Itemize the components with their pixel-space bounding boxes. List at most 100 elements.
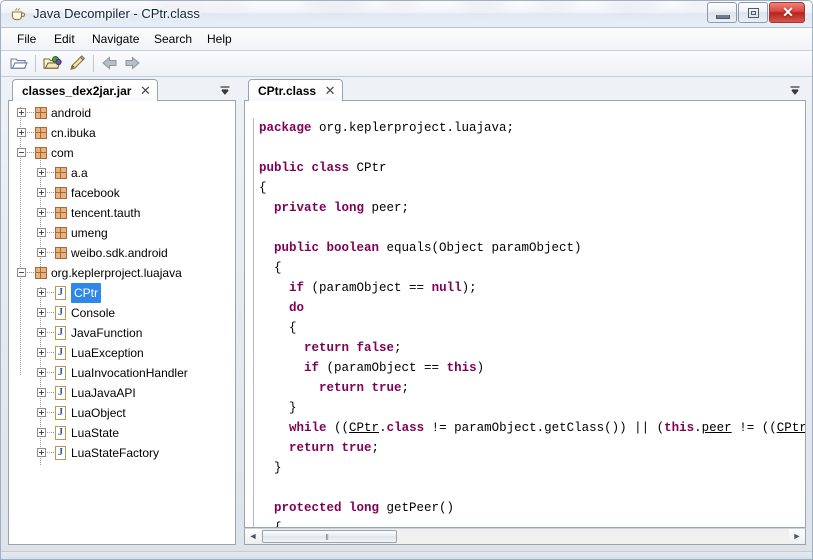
tree-item-label: a.a <box>71 163 88 183</box>
code-token <box>259 281 289 295</box>
tab-classes-dex2jar-jar[interactable]: classes_dex2jar.jar ✕ <box>12 79 158 101</box>
decompiled-source: package org.keplerproject.luajava; publi… <box>253 118 805 528</box>
tree-item-javafunction[interactable]: JJavaFunction <box>9 323 235 343</box>
scrollbar-grip: ‖ <box>326 534 334 541</box>
code-token: if <box>289 281 304 295</box>
expand-plus-icon[interactable] <box>37 348 46 357</box>
tree-item-umeng[interactable]: umeng <box>9 223 235 243</box>
tree-item-facebook[interactable]: facebook <box>9 183 235 203</box>
tab-close-icon[interactable]: ✕ <box>139 85 151 96</box>
expand-plus-icon[interactable] <box>37 208 46 217</box>
scroll-right-icon: ► <box>789 529 805 544</box>
expand-plus-icon[interactable] <box>37 428 46 437</box>
open-file-button[interactable] <box>9 54 31 74</box>
java-class-icon: J <box>55 386 66 400</box>
jar-tab-chevron-down-icon[interactable] <box>218 83 232 95</box>
code-viewer[interactable]: package org.keplerproject.luajava; publi… <box>244 101 806 528</box>
tree-item-cn-ibuka[interactable]: cn.ibuka <box>9 123 235 143</box>
expand-plus-icon[interactable] <box>17 128 26 137</box>
edit-button[interactable] <box>66 54 88 74</box>
expand-plus-icon[interactable] <box>37 408 46 417</box>
code-token: ) <box>477 361 485 375</box>
tree-item-com[interactable]: com <box>9 143 235 163</box>
code-token <box>259 301 289 315</box>
menu-item-search[interactable]: Search <box>148 31 198 48</box>
source-tab-chevron-down-icon[interactable] <box>788 83 802 95</box>
expand-plus-icon[interactable] <box>37 228 46 237</box>
scroll-right-button[interactable]: ► <box>789 529 805 544</box>
scrollbar-thumb[interactable]: ‖ <box>262 530 397 543</box>
scroll-left-button[interactable]: ◄ <box>245 529 261 544</box>
tree-item-console[interactable]: JConsole <box>9 303 235 323</box>
tree-item-luaobject[interactable]: JLuaObject <box>9 403 235 423</box>
package-explorer-pane: classes_dex2jar.jar ✕ androidcn.ibukacom… <box>8 77 236 545</box>
navigate-forward-button[interactable] <box>122 54 144 74</box>
expand-plus-icon[interactable] <box>37 248 46 257</box>
expand-plus-icon[interactable] <box>37 288 46 297</box>
expand-plus-icon[interactable] <box>37 448 46 457</box>
java-class-icon: J <box>55 366 66 380</box>
open-type-button[interactable] <box>42 54 64 74</box>
code-token: if <box>304 361 319 375</box>
tree-item-luainvocationhandler[interactable]: JLuaInvocationHandler <box>9 363 235 383</box>
code-token: private long <box>259 201 372 215</box>
tree-connector <box>47 252 54 254</box>
expand-plus-icon[interactable] <box>37 328 46 337</box>
tree-connector <box>47 352 54 354</box>
code-token: ; <box>372 441 380 455</box>
horizontal-scrollbar[interactable]: ◄ ‖ ► <box>244 528 806 545</box>
package-tree[interactable]: androidcn.ibukacoma.afacebooktencent.tau… <box>8 101 236 545</box>
code-token: peer; <box>372 201 410 215</box>
tree-item-a-a[interactable]: a.a <box>9 163 235 183</box>
close-button[interactable]: ✕ <box>769 2 805 23</box>
tab-close-icon[interactable]: ✕ <box>324 85 336 96</box>
java-class-icon: J <box>55 426 66 440</box>
tree-connector <box>47 212 54 214</box>
package-icon <box>55 207 67 219</box>
class-icon-letter: J <box>56 367 65 379</box>
maximize-button[interactable] <box>738 2 768 23</box>
code-token: this <box>447 361 477 375</box>
tree-item-label: LuaObject <box>71 403 126 423</box>
menu-item-file[interactable]: File <box>11 31 42 48</box>
tree-item-luastate[interactable]: JLuaState <box>9 423 235 443</box>
class-icon-letter: J <box>56 287 65 299</box>
tree-item-android[interactable]: android <box>9 103 235 123</box>
tree-connector <box>47 172 54 174</box>
tree-item-label: com <box>51 143 74 163</box>
expand-plus-icon[interactable] <box>17 108 26 117</box>
tree-connector <box>47 232 54 234</box>
code-scroll-region[interactable]: package org.keplerproject.luajava; publi… <box>245 101 805 527</box>
expand-plus-icon[interactable] <box>37 368 46 377</box>
tree-item-tencent-tauth[interactable]: tencent.tauth <box>9 203 235 223</box>
tab-cptr-class[interactable]: CPtr.class ✕ <box>248 79 343 101</box>
collapse-minus-icon[interactable] <box>17 268 26 277</box>
expand-plus-icon[interactable] <box>37 188 46 197</box>
tree-item-org-keplerproject-luajava[interactable]: org.keplerproject.luajava <box>9 263 235 283</box>
tree-item-weibo-sdk-android[interactable]: weibo.sdk.android <box>9 243 235 263</box>
tree-item-luaexception[interactable]: JLuaException <box>9 343 235 363</box>
class-icon-letter: J <box>56 307 65 319</box>
code-token <box>259 361 304 375</box>
tree-item-cptr[interactable]: JCPtr <box>9 283 235 303</box>
expand-plus-icon[interactable] <box>37 168 46 177</box>
minimize-button[interactable] <box>707 2 737 23</box>
tree-item-luajavaapi[interactable]: JLuaJavaAPI <box>9 383 235 403</box>
tree-item-luastatefactory[interactable]: JLuaStateFactory <box>9 443 235 463</box>
code-token <box>259 441 289 455</box>
tree-item-label: weibo.sdk.android <box>71 243 168 263</box>
menu-item-help[interactable]: Help <box>201 31 238 48</box>
tree-connector <box>47 332 54 334</box>
expand-plus-icon[interactable] <box>37 308 46 317</box>
code-token: != (( <box>732 421 777 435</box>
navigate-back-button[interactable] <box>100 54 122 74</box>
code-token: ; <box>394 341 402 355</box>
source-editor-pane: CPtr.class ✕ package org.keplerproject.l… <box>244 77 806 545</box>
menu-item-navigate[interactable]: Navigate <box>86 31 145 48</box>
close-icon: ✕ <box>770 3 806 22</box>
expand-plus-icon[interactable] <box>37 388 46 397</box>
code-token: public class <box>259 161 357 175</box>
collapse-minus-icon[interactable] <box>17 148 26 157</box>
maximize-icon <box>748 8 759 18</box>
menu-item-edit[interactable]: Edit <box>48 31 81 48</box>
